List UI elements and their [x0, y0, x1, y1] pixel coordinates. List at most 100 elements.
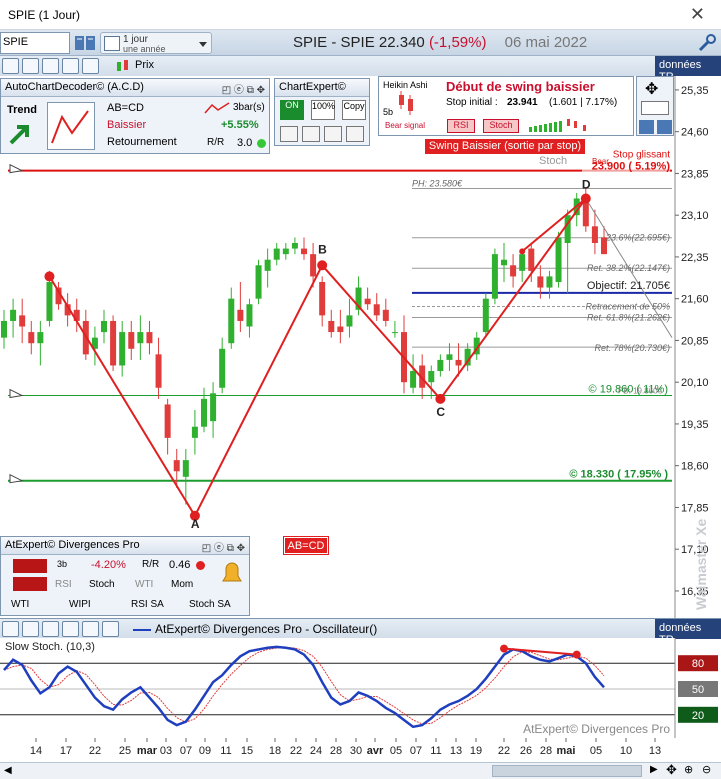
x-tick-label: 14 — [30, 745, 42, 757]
zoom-out-icon[interactable]: ⊖ — [702, 763, 711, 776]
candle-body — [373, 304, 380, 316]
zoom-in-icon[interactable]: ⊕ — [684, 763, 693, 776]
oscillator-chart: Slow Stoch. (10,3) AtExpert© Divergences … — [0, 638, 718, 738]
div-signal-icon[interactable] — [13, 577, 47, 591]
chk-stoch[interactable]: Stoch — [89, 579, 115, 590]
scroll-right-icon[interactable]: ▶ — [650, 764, 658, 775]
btn-wti[interactable]: WTI — [11, 599, 29, 610]
x-tick-label: 10 — [620, 745, 632, 757]
divergences-panel: AtExpert© Divergences Pro ◰ ⓔ ⧉ ✥ 3b -4.… — [0, 536, 250, 616]
stoch-signal-button[interactable]: Stoch — [483, 119, 519, 133]
edit-tool-icon[interactable] — [346, 126, 364, 142]
chk-rsi[interactable]: RSI — [55, 579, 72, 590]
y-tick-label: 22,35 — [681, 252, 709, 264]
panel-controls-icon[interactable]: ◰ ⓔ ⧉ ✥ — [222, 81, 265, 96]
cursor-tool-icon[interactable] — [2, 58, 19, 74]
div-header: AtExpert© Divergences Pro ◰ ⓔ ⧉ ✥ — [1, 537, 249, 555]
chartexpert-panel: ChartExpert© ON 100% Copy — [274, 78, 370, 146]
bear-signal-label: Bear signal — [385, 121, 426, 130]
div-pct: -4.20% — [91, 559, 126, 571]
window-tool-icon[interactable] — [82, 621, 99, 637]
y-tick-label: 20,85 — [681, 335, 709, 347]
indicator-tool-icon[interactable] — [22, 58, 39, 74]
status-dot-green — [257, 139, 266, 148]
candle-body — [528, 248, 535, 271]
scroll-thumb[interactable] — [492, 765, 642, 777]
symbol-name: SPIE - SPIE — [293, 34, 375, 51]
candle-body — [446, 354, 453, 360]
chartexpert-header: ChartExpert© — [275, 79, 369, 97]
btn-wipi[interactable]: WIPI — [69, 599, 91, 610]
move-icon[interactable]: ✥ — [666, 762, 677, 778]
candle-body — [391, 332, 398, 334]
indicator-tool-icon[interactable] — [22, 621, 39, 637]
text-tool-icon[interactable] — [62, 621, 79, 637]
objective-label: Objectif: 21.705€ — [587, 280, 670, 292]
candle-body — [228, 298, 235, 344]
symbol-search-input[interactable]: SPIE — [0, 32, 70, 54]
on-toggle-button[interactable]: ON — [280, 100, 304, 120]
horizontal-scrollbar[interactable]: ◀ ▶ ✥ ⊕ ⊖ — [0, 762, 721, 779]
drawing-tool-icon[interactable] — [42, 621, 59, 637]
x-tick-label: 11 — [220, 745, 231, 757]
x-tick-label: 13 — [450, 745, 462, 757]
stop-label: Stop initial : — [446, 97, 498, 108]
tools-icon[interactable] — [697, 33, 717, 53]
acd-rr: 3.0 — [237, 137, 253, 149]
chartexpert-title: ChartExpert© — [279, 81, 346, 93]
zoom-100-button[interactable]: 100% — [311, 100, 335, 120]
move-icon[interactable]: ✥ — [645, 79, 658, 99]
copy-button[interactable]: Copy — [342, 100, 366, 120]
text-tool-icon[interactable] — [62, 58, 79, 74]
candle-body — [328, 320, 335, 333]
candle-body — [164, 404, 171, 438]
magic-wand-icon[interactable] — [641, 101, 669, 115]
stoch-tag: Stoch — [539, 155, 567, 167]
candle-body — [210, 393, 217, 422]
candle-body — [137, 332, 144, 344]
refresh-tool-icon[interactable] — [324, 126, 342, 142]
close-icon[interactable]: ✕ — [690, 4, 705, 25]
cursor-tool-icon[interactable] — [2, 621, 19, 637]
drawing-tool-icon[interactable] — [42, 58, 59, 74]
settings-tool-icon[interactable] — [657, 120, 672, 134]
close-panel-icon[interactable] — [102, 621, 119, 637]
candle-body — [182, 460, 189, 477]
rsi-signal-button[interactable]: RSI — [447, 119, 475, 133]
candle-body — [428, 371, 435, 383]
book-icon[interactable] — [74, 34, 96, 52]
candle-body — [101, 320, 107, 333]
level-marker-icon — [9, 163, 24, 174]
btn-stoch-sa[interactable]: Stoch SA — [189, 599, 231, 610]
osc-legend-line — [133, 629, 151, 631]
pattern-label-C: C — [436, 405, 445, 419]
chk-wti[interactable]: WTI — [135, 579, 153, 590]
autochartdecoder-panel: AutoChartDecoder© (A.C.D) ◰ ⓔ ⧉ ✥ Trend … — [0, 78, 270, 154]
chk-mom[interactable]: Mom — [171, 579, 193, 590]
candle-body — [555, 237, 562, 282]
window-tool-icon[interactable] — [82, 58, 99, 74]
candle-body — [491, 254, 498, 299]
scroll-left-icon[interactable]: ◀ — [4, 765, 12, 776]
list-tool-icon[interactable] — [302, 126, 320, 142]
x-tick-label: 05 — [390, 745, 402, 757]
abcd-pattern-icon[interactable] — [47, 102, 95, 150]
pattern-point — [519, 248, 526, 255]
osc-divergence-point — [500, 644, 508, 653]
div-bear-icon[interactable] — [13, 559, 47, 573]
candles-icon[interactable] — [114, 58, 132, 74]
panel-controls-icon[interactable]: ◰ ⓔ ⧉ ✥ — [202, 539, 245, 554]
period-select[interactable]: 1 jour une année — [100, 32, 212, 54]
candle-body — [346, 315, 353, 327]
heikin-ashi-panel: Heikin Ashi 5b Bear signal Début de swin… — [378, 76, 634, 136]
pen-tool-icon[interactable] — [280, 126, 298, 142]
x-tick-label: 30 — [350, 745, 362, 757]
x-tick-label: 17 — [60, 745, 72, 757]
bell-icon[interactable] — [217, 559, 247, 589]
x-tick-label: 18 — [269, 745, 281, 757]
btn-rsi-sa[interactable]: RSI SA — [131, 599, 164, 610]
chart-tool-icon[interactable] — [639, 120, 654, 134]
osc-level-badge-label: 50 — [692, 684, 704, 696]
chart-toolbar — [0, 56, 655, 76]
acd-pct: +5.55% — [221, 119, 259, 131]
